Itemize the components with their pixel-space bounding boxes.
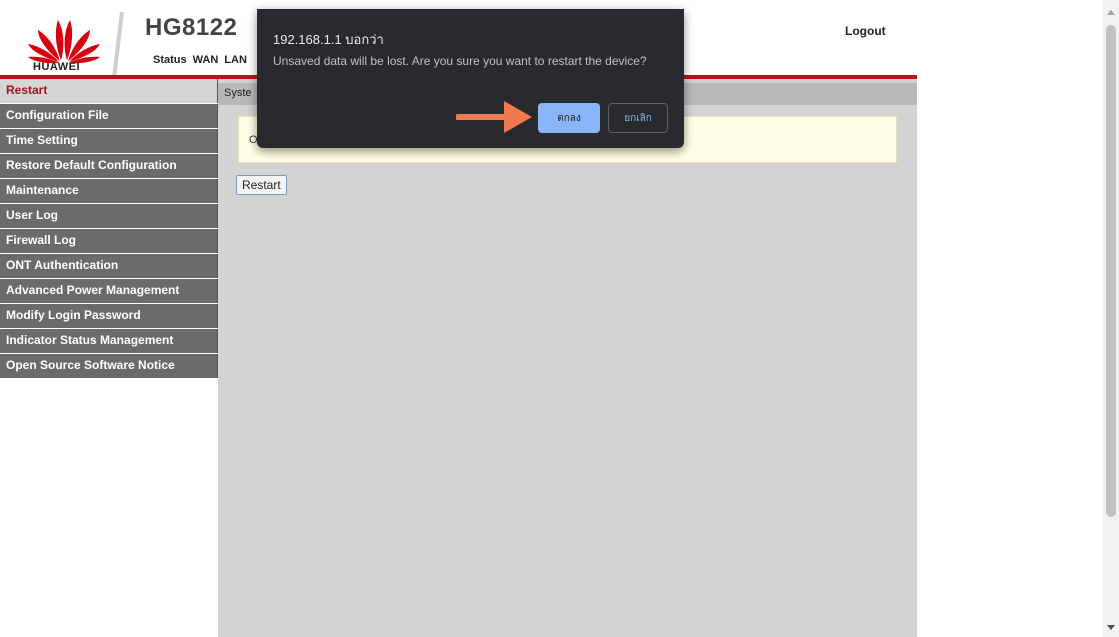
sidebar-item-ont-authentication[interactable]: ONT Authentication [0, 254, 218, 278]
page-scrollbar[interactable] [1103, 0, 1119, 637]
ok-button[interactable]: ตกลง [538, 103, 600, 133]
right-arrow-icon [456, 101, 532, 133]
sidebar-item-indicator-status[interactable]: Indicator Status Management [0, 329, 218, 353]
sidebar-item-user-log[interactable]: User Log [0, 204, 218, 228]
chevron-down-icon[interactable] [1107, 625, 1115, 630]
sidebar-item-power-management[interactable]: Advanced Power Management [0, 279, 218, 303]
sidebar-item-time-setting[interactable]: Time Setting [0, 129, 218, 153]
top-nav: Status WAN LAN [153, 54, 247, 66]
sidebar-item-modify-password[interactable]: Modify Login Password [0, 304, 218, 328]
huawei-wordmark: HUAWEI [33, 61, 80, 73]
logout-link[interactable]: Logout [845, 24, 886, 38]
chevron-up-icon[interactable] [1107, 10, 1115, 15]
scrollbar-thumb[interactable] [1106, 25, 1116, 517]
sidebar-item-restart[interactable]: Restart [0, 79, 218, 103]
sidebar-item-restore-default[interactable]: Restore Default Configuration [0, 154, 218, 178]
sidebar-item-maintenance[interactable]: Maintenance [0, 179, 218, 203]
sidebar: Restart Configuration File Time Setting … [0, 79, 218, 637]
restart-button[interactable]: Restart [236, 175, 287, 195]
cancel-button[interactable]: ยกเลิก [608, 103, 668, 133]
sidebar-item-open-source-notice[interactable]: Open Source Software Notice [0, 354, 218, 378]
sidebar-item-configuration-file[interactable]: Configuration File [0, 104, 218, 128]
nav-lan[interactable]: LAN [224, 54, 247, 66]
browser-viewport: HUAWEI HG8122 Status WAN LAN Logout Rest… [0, 0, 1119, 637]
device-model-title: HG8122 [145, 14, 238, 41]
dialog-title: 192.168.1.1 บอกว่า [273, 32, 384, 47]
nav-wan[interactable]: WAN [193, 54, 219, 66]
nav-status[interactable]: Status [153, 54, 187, 66]
header-divider [112, 12, 124, 78]
sidebar-item-firewall-log[interactable]: Firewall Log [0, 229, 218, 253]
dialog-message: Unsaved data will be lost. Are you sure … [273, 54, 647, 68]
main-content: Syste O Restart [218, 79, 917, 637]
breadcrumb: Syste [224, 87, 252, 99]
